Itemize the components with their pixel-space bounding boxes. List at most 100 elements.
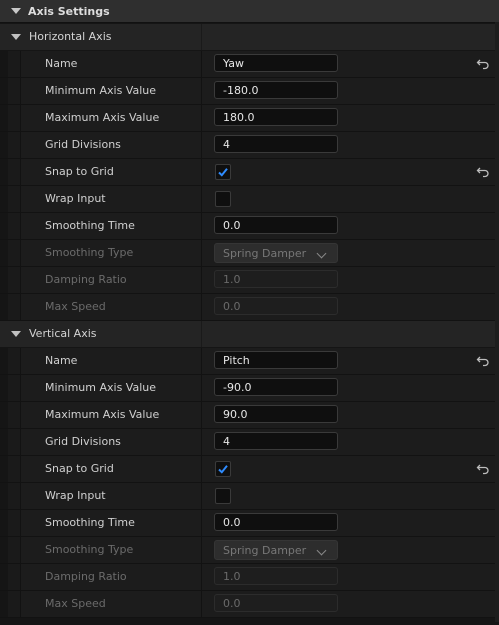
property-label: Maximum Axis Value (45, 111, 160, 124)
column-divider (201, 348, 202, 374)
damping-ratio-field: 1.0 (214, 270, 338, 288)
max-speed-field: 0.0 (214, 297, 338, 315)
property-label: Wrap Input (45, 192, 106, 205)
row-gutter (0, 213, 8, 239)
row-indent (8, 294, 21, 320)
row-indent (8, 159, 21, 185)
smoothing-type-dropdown: Spring Damper (214, 243, 338, 263)
row-gutter (0, 564, 8, 590)
chevron-down-icon (316, 248, 327, 259)
name-field[interactable]: Pitch (214, 351, 338, 369)
column-divider (201, 213, 202, 239)
property-row-max-speed: Max Speed 0.0 (0, 591, 499, 618)
scrollbar[interactable] (495, 22, 499, 622)
column-divider (201, 267, 202, 293)
column-divider (201, 159, 202, 185)
property-row-damping-ratio: Damping Ratio 1.0 (0, 564, 499, 591)
property-row-grid-divisions: Grid Divisions 4 (0, 429, 499, 456)
row-gutter (0, 456, 8, 482)
property-row-smoothing-type: Smoothing Type Spring Damper (0, 240, 499, 267)
smoothing-time-field[interactable]: 0.0 (214, 513, 338, 531)
row-gutter (0, 483, 8, 509)
column-divider (201, 294, 202, 320)
collapse-arrow-icon[interactable] (11, 8, 21, 14)
row-indent (8, 564, 21, 590)
dropdown-value: Spring Damper (223, 247, 307, 260)
column-divider (201, 51, 202, 77)
collapse-arrow-icon[interactable] (11, 331, 21, 337)
reset-to-default-icon[interactable] (476, 57, 490, 71)
wrap-input-checkbox[interactable] (215, 488, 231, 504)
maximum-axis-value-field[interactable]: 180.0 (214, 108, 338, 126)
column-divider (201, 402, 202, 428)
snap-to-grid-checkbox[interactable] (215, 164, 231, 180)
row-gutter (0, 240, 8, 266)
column-divider (201, 510, 202, 536)
property-label: Grid Divisions (45, 138, 121, 151)
row-indent (8, 456, 21, 482)
row-indent (8, 429, 21, 455)
property-label: Maximum Axis Value (45, 408, 160, 421)
row-indent (8, 240, 21, 266)
row-gutter (0, 537, 8, 563)
property-label: Name (45, 57, 78, 70)
property-label: Snap to Grid (45, 165, 114, 178)
grid-divisions-field[interactable]: 4 (214, 432, 338, 450)
property-row-name: Name Yaw (0, 51, 499, 78)
row-indent (8, 375, 21, 401)
collapse-arrow-icon[interactable] (11, 34, 21, 40)
column-divider (201, 591, 202, 617)
grid-divisions-field[interactable]: 4 (214, 135, 338, 153)
column-divider (201, 24, 202, 50)
column-divider (201, 483, 202, 509)
property-row-maximum-axis-value: Maximum Axis Value 180.0 (0, 105, 499, 132)
row-gutter (0, 294, 8, 320)
column-divider (201, 456, 202, 482)
row-gutter (0, 267, 8, 293)
column-divider (201, 105, 202, 131)
row-indent (8, 267, 21, 293)
column-divider (201, 429, 202, 455)
row-gutter (0, 429, 8, 455)
row-indent (8, 483, 21, 509)
wrap-input-checkbox[interactable] (215, 191, 231, 207)
row-indent (8, 510, 21, 536)
minimum-axis-value-field[interactable]: -180.0 (214, 81, 338, 99)
name-field[interactable]: Yaw (214, 54, 338, 72)
reset-to-default-icon[interactable] (476, 354, 490, 368)
max-speed-field: 0.0 (214, 594, 338, 612)
property-row-snap-to-grid: Snap to Grid (0, 159, 499, 186)
smoothing-time-field[interactable]: 0.0 (214, 216, 338, 234)
row-indent (8, 132, 21, 158)
property-row-wrap-input: Wrap Input (0, 483, 499, 510)
row-indent (8, 78, 21, 104)
row-gutter (0, 159, 8, 185)
property-label: Minimum Axis Value (45, 381, 156, 394)
row-gutter (0, 51, 8, 77)
property-row-max-speed: Max Speed 0.0 (0, 294, 499, 321)
snap-to-grid-checkbox[interactable] (215, 461, 231, 477)
minimum-axis-value-field[interactable]: -90.0 (214, 378, 338, 396)
row-indent (8, 402, 21, 428)
row-gutter (0, 591, 8, 617)
row-gutter (0, 375, 8, 401)
column-divider (201, 78, 202, 104)
row-gutter (0, 186, 8, 212)
property-label: Damping Ratio (45, 570, 127, 583)
property-label: Max Speed (45, 300, 106, 313)
section-header-horizontal-axis[interactable]: Horizontal Axis (0, 24, 499, 51)
category-header-axis-settings[interactable]: Axis Settings (0, 0, 499, 23)
property-label: Grid Divisions (45, 435, 121, 448)
maximum-axis-value-field[interactable]: 90.0 (214, 405, 338, 423)
reset-to-default-icon[interactable] (476, 462, 490, 476)
property-label: Name (45, 354, 78, 367)
property-row-grid-divisions: Grid Divisions 4 (0, 132, 499, 159)
section-title: Horizontal Axis (29, 30, 112, 43)
property-row-name: Name Pitch (0, 348, 499, 375)
property-row-maximum-axis-value: Maximum Axis Value 90.0 (0, 402, 499, 429)
property-row-snap-to-grid: Snap to Grid (0, 456, 499, 483)
row-indent (8, 105, 21, 131)
property-row-minimum-axis-value: Minimum Axis Value -90.0 (0, 375, 499, 402)
reset-to-default-icon[interactable] (476, 165, 490, 179)
section-header-vertical-axis[interactable]: Vertical Axis (0, 321, 499, 348)
